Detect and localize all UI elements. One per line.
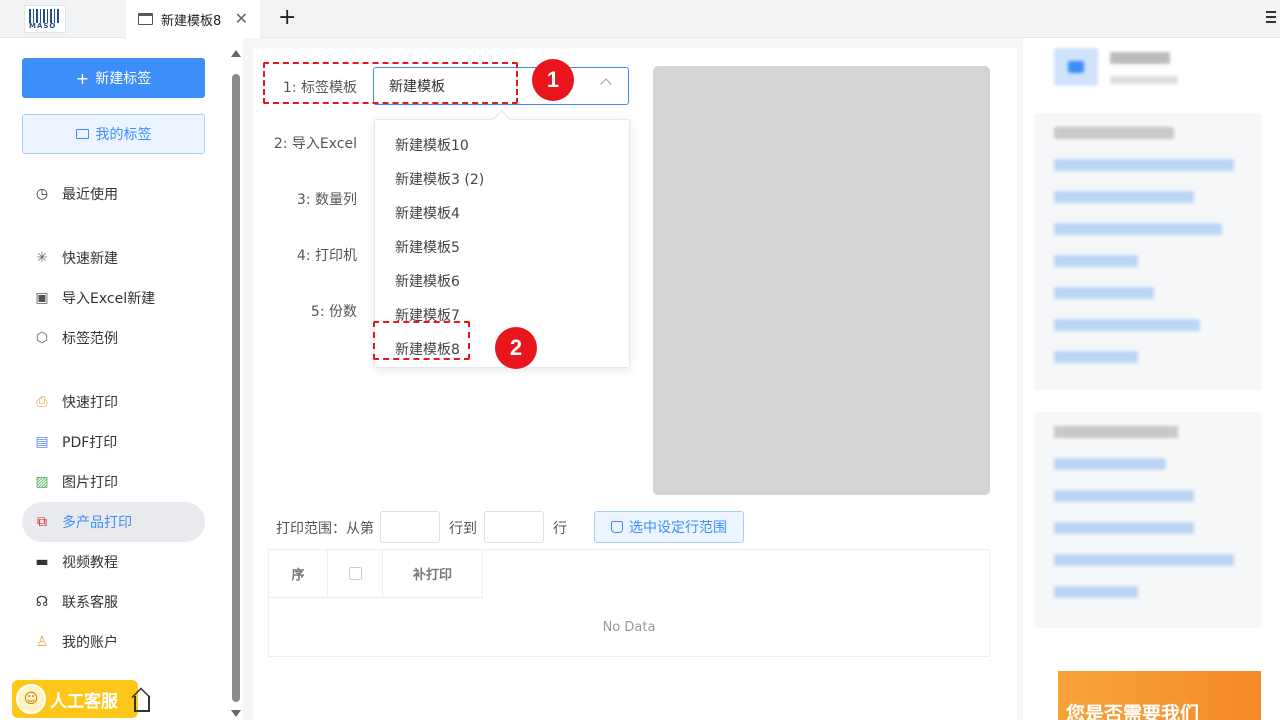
new-label-button[interactable]: + 新建标签 (22, 58, 205, 98)
range-row-label: 行 (553, 521, 567, 537)
agent-avatar-icon: ☺ (16, 684, 46, 714)
set-row-range-button[interactable]: 选中设定行范围 (594, 511, 744, 543)
annotation-marker-1: 1 (532, 59, 574, 101)
promo-banner[interactable]: 您是否需要我们 (1058, 671, 1261, 720)
data-table: 序 补打印 No Data (268, 549, 990, 657)
box-icon: ⬡ (35, 330, 49, 346)
chevron-up-icon (600, 78, 612, 90)
sidebar-item-video[interactable]: ▬ 视频教程 (22, 542, 205, 582)
range-from-input[interactable] (380, 511, 440, 543)
scroll-thumb[interactable] (232, 74, 240, 702)
range-to-input[interactable] (484, 511, 544, 543)
sidebar: + 新建标签 我的标签 ◷ 最近使用 ✳ 快速新建 ▣ 导入Excel新建 ⬡ … (0, 38, 228, 720)
field-label-quantity-column: 3: 数量列 (296, 192, 357, 208)
top-bar: MASO 新建模板8 ✕ + (0, 0, 1280, 38)
blurred-profile-card (1034, 38, 1262, 96)
sidebar-item-account[interactable]: ♙ 我的账户 (22, 622, 205, 662)
clock-icon: ◷ (35, 186, 49, 202)
dropdown-option[interactable]: 新建模板6 (395, 271, 460, 291)
sidebar-item-pdf-print[interactable]: ▤ PDF打印 (22, 422, 205, 462)
field-label-excel: 2: 导入Excel (273, 136, 357, 152)
sidebar-item-quick-new[interactable]: ✳ 快速新建 (22, 238, 205, 278)
tab-template-8[interactable]: 新建模板8 ✕ (126, 0, 260, 38)
pointer-hand-icon (611, 521, 623, 533)
field-label-copies: 5: 份数 (310, 304, 357, 320)
scroll-down-arrow-icon[interactable] (231, 710, 241, 717)
field-label-printer: 4: 打印机 (296, 248, 357, 264)
headset-icon: ☊ (35, 594, 49, 610)
column-header-reprint: 补打印 (383, 550, 483, 598)
tab-label: 新建模板8 (161, 13, 222, 29)
annotation-marker-2: 2 (495, 327, 537, 369)
multi-print-icon: ⧉ (37, 514, 47, 530)
image-icon: ▨ (35, 474, 49, 490)
sidebar-item-multi-print[interactable]: ⧉ 多产品打印 (22, 502, 205, 542)
sparkle-icon: ✳ (36, 250, 48, 266)
my-labels-button[interactable]: 我的标签 (22, 114, 205, 154)
sidebar-item-contact[interactable]: ☊ 联系客服 (22, 582, 205, 622)
sidebar-item-image-print[interactable]: ▨ 图片打印 (22, 462, 205, 502)
blurred-help-card (1034, 412, 1262, 628)
column-header-index: 序 (269, 550, 328, 598)
customer-service-badge[interactable]: ☺ 人工客服 (12, 680, 138, 718)
annotation-box-2 (373, 321, 470, 360)
dropdown-option[interactable]: 新建模板5 (395, 237, 460, 257)
folder-icon (75, 129, 89, 139)
new-tab-button[interactable]: + (278, 6, 296, 30)
plus-icon: + (75, 68, 90, 88)
blurred-news-card (1034, 113, 1262, 390)
home-icon[interactable] (134, 696, 150, 712)
sidebar-scrollbar[interactable] (231, 48, 241, 720)
annotation-box-1 (263, 62, 518, 104)
video-icon: ▬ (35, 554, 49, 570)
excel-icon: ▣ (35, 290, 49, 306)
select-all-checkbox[interactable] (348, 567, 362, 580)
user-icon: ♙ (35, 634, 49, 650)
sidebar-item-import-excel[interactable]: ▣ 导入Excel新建 (22, 278, 205, 318)
range-to-label: 行到 (449, 521, 477, 537)
menu-icon[interactable] (1266, 11, 1276, 23)
window-icon (138, 13, 153, 25)
column-header-select (328, 550, 383, 598)
dropdown-option[interactable]: 新建模板10 (395, 135, 469, 155)
printer-icon: ⎙ (36, 394, 48, 410)
pdf-icon: ▤ (35, 434, 49, 450)
app-logo: MASO (24, 5, 66, 33)
scroll-up-arrow-icon[interactable] (231, 50, 241, 57)
sidebar-item-examples[interactable]: ⬡ 标签范例 (22, 318, 205, 358)
range-from-label: 打印范围：从第 (276, 521, 374, 537)
label-preview (653, 66, 990, 495)
sidebar-item-quick-print[interactable]: ⎙ 快速打印 (22, 382, 205, 422)
empty-table-text: No Data (602, 620, 656, 635)
sidebar-item-recent[interactable]: ◷ 最近使用 (22, 174, 205, 214)
close-icon[interactable]: ✕ (235, 9, 248, 28)
dropdown-option[interactable]: 新建模板4 (395, 203, 460, 223)
dropdown-option[interactable]: 新建模板3 (2) (395, 169, 484, 189)
